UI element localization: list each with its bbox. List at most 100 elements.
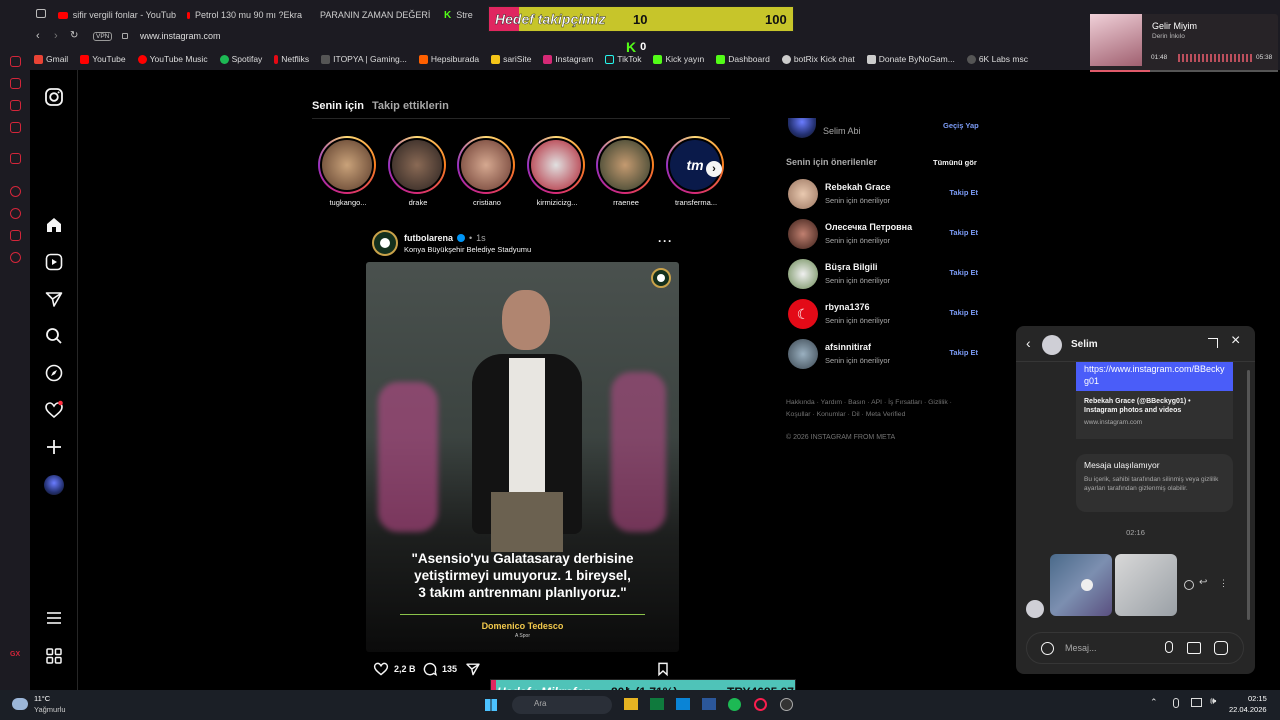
- bookmark-item[interactable]: Kick yayın: [653, 54, 704, 64]
- tab-for-you[interactable]: Senin için: [312, 100, 364, 112]
- suggestion-avatar[interactable]: [788, 259, 818, 289]
- notifications-heart-icon[interactable]: [44, 400, 64, 420]
- bookmark-item[interactable]: 6K Labs msc: [966, 54, 1028, 64]
- current-user-name[interactable]: Selim Abi: [823, 126, 861, 136]
- tray-volume-icon[interactable]: 🕪: [1210, 696, 1216, 707]
- follow-button[interactable]: Takip Et: [949, 228, 978, 237]
- opera-taskbar-icon[interactable]: [754, 698, 767, 711]
- close-icon[interactable]: ×: [1231, 332, 1240, 350]
- browser-tab[interactable]: sifir vergili fonlar - YouTub: [58, 4, 176, 26]
- weather-desc[interactable]: Yağmurlu: [34, 705, 66, 714]
- forward-icon[interactable]: ›: [54, 30, 58, 42]
- comment-icon[interactable]: [422, 661, 438, 677]
- bookmark-item[interactable]: Netfliks: [274, 54, 309, 64]
- bookmark-item[interactable]: Hepsiburada: [418, 54, 479, 64]
- settings-icon[interactable]: [10, 252, 21, 263]
- post-image[interactable]: "Asensio'yu Galatasaray derbisine yetişt…: [366, 262, 679, 652]
- post-username[interactable]: futbolarena: [404, 233, 453, 243]
- chat-back-icon[interactable]: ‹: [1026, 335, 1031, 351]
- sticker-icon[interactable]: [1214, 641, 1228, 655]
- shared-image-1[interactable]: [1050, 554, 1112, 616]
- bookmark-item[interactable]: Instagram: [543, 54, 593, 64]
- chat-avatar[interactable]: [1042, 335, 1062, 355]
- suggestion-avatar[interactable]: [788, 339, 818, 369]
- story-item[interactable]: tugkango...: [318, 136, 378, 207]
- weather-icon[interactable]: [12, 698, 28, 710]
- youtube-sidebar-icon[interactable]: [10, 153, 21, 164]
- turkish-flag-avatar[interactable]: ☾: [788, 299, 818, 329]
- bookmark-item[interactable]: ITOPYA | Gaming...: [321, 54, 407, 64]
- browser-tab-active[interactable]: K Stre: [444, 4, 489, 26]
- suggestion-avatar[interactable]: [788, 219, 818, 249]
- share-icon[interactable]: [465, 661, 481, 677]
- obs-taskbar-icon[interactable]: [780, 698, 793, 711]
- story-item[interactable]: rraenee: [596, 136, 656, 207]
- message-composer[interactable]: Mesaj...: [1026, 632, 1244, 664]
- tray-clock[interactable]: 02:15: [1248, 694, 1267, 703]
- chat-scrollbar[interactable]: [1247, 370, 1250, 620]
- bookmark-item[interactable]: Spotifay: [219, 54, 262, 64]
- stories-next-icon[interactable]: ›: [706, 161, 722, 177]
- story-item[interactable]: kirmizicizg...: [527, 136, 587, 207]
- post-options-icon[interactable]: ···: [658, 234, 673, 248]
- bookmark-item[interactable]: sariSite: [491, 54, 531, 64]
- vpn-badge[interactable]: VPN: [93, 32, 113, 41]
- bookmark-item[interactable]: YouTube: [80, 54, 126, 64]
- expand-icon[interactable]: [1208, 338, 1218, 348]
- taskbar-app-icon[interactable]: [702, 698, 716, 710]
- link-bubble[interactable]: https://www.instagram.com/BBeckyg01: [1076, 362, 1233, 391]
- more-menu-icon[interactable]: [44, 608, 64, 628]
- story-item[interactable]: cristiano: [457, 136, 517, 207]
- follow-button[interactable]: Takip Et: [949, 348, 978, 357]
- bookmark-item[interactable]: botRix Kick chat: [781, 54, 855, 64]
- home-icon[interactable]: [44, 215, 64, 235]
- emoji-icon[interactable]: [1041, 642, 1054, 655]
- switch-account-link[interactable]: Geçiş Yap: [943, 121, 979, 130]
- message-more-icon[interactable]: ⋮: [1219, 578, 1228, 589]
- url-field[interactable]: www.instagram.com: [140, 31, 221, 41]
- tray-mic-icon[interactable]: [1173, 698, 1179, 708]
- footer-links[interactable]: Hakkında · Yardım · Basın · API · İş Fır…: [786, 397, 952, 421]
- tab-manager-icon[interactable]: [36, 9, 46, 18]
- follow-button[interactable]: Takip Et: [949, 188, 978, 197]
- message-input[interactable]: Mesaj...: [1065, 643, 1097, 653]
- bookmark-item[interactable]: TikTok: [605, 54, 641, 64]
- instagram-logo-icon[interactable]: [44, 87, 64, 107]
- weather-temp[interactable]: 11°C: [34, 694, 50, 703]
- browser-tab[interactable]: Petrol 130 mu 90 mı ?Ekra: [187, 4, 302, 26]
- reload-icon[interactable]: ↻: [70, 30, 78, 41]
- bookmark-item[interactable]: Dashboard: [716, 54, 770, 64]
- threads-apps-icon[interactable]: [44, 646, 64, 666]
- taskbar-app-icon[interactable]: [650, 698, 664, 710]
- current-user-avatar[interactable]: [788, 118, 816, 138]
- chat-name[interactable]: Selim: [1071, 339, 1098, 350]
- reels-icon[interactable]: [44, 252, 64, 272]
- back-icon[interactable]: ‹: [36, 30, 40, 42]
- taskbar-app-icon[interactable]: [676, 698, 690, 710]
- gallery-icon[interactable]: [1187, 642, 1201, 654]
- tray-display-icon[interactable]: [1191, 698, 1202, 707]
- follow-button[interactable]: Takip Et: [949, 268, 978, 277]
- story-item[interactable]: drake: [388, 136, 448, 207]
- create-plus-icon[interactable]: [44, 437, 64, 457]
- browser-tab[interactable]: PARANIN ZAMAN DEĞERİ: [315, 4, 430, 26]
- windows-start-icon[interactable]: [485, 699, 497, 711]
- shared-image-2[interactable]: [1115, 554, 1177, 616]
- follow-button[interactable]: Takip Et: [949, 308, 978, 317]
- bookmark-item[interactable]: Gmail: [34, 54, 68, 64]
- post-author-avatar[interactable]: [372, 230, 398, 256]
- microphone-icon[interactable]: [1165, 641, 1173, 653]
- react-emoji-icon[interactable]: [1184, 580, 1194, 590]
- extensions-icon[interactable]: [10, 230, 21, 241]
- taskbar-app-icon[interactable]: [624, 698, 638, 710]
- pinboard-icon[interactable]: [10, 78, 21, 89]
- profile-avatar[interactable]: [44, 475, 64, 495]
- taskbar-search[interactable]: Ara: [512, 696, 612, 714]
- aria-icon[interactable]: [10, 56, 21, 67]
- gx-corner-icon[interactable]: [10, 122, 21, 133]
- gx-control-icon[interactable]: GX: [10, 651, 21, 662]
- bookmark-item[interactable]: YouTube Music: [137, 54, 208, 64]
- reply-icon[interactable]: ↩: [1199, 577, 1207, 588]
- save-bookmark-icon[interactable]: [655, 661, 671, 677]
- history-icon[interactable]: [10, 208, 21, 219]
